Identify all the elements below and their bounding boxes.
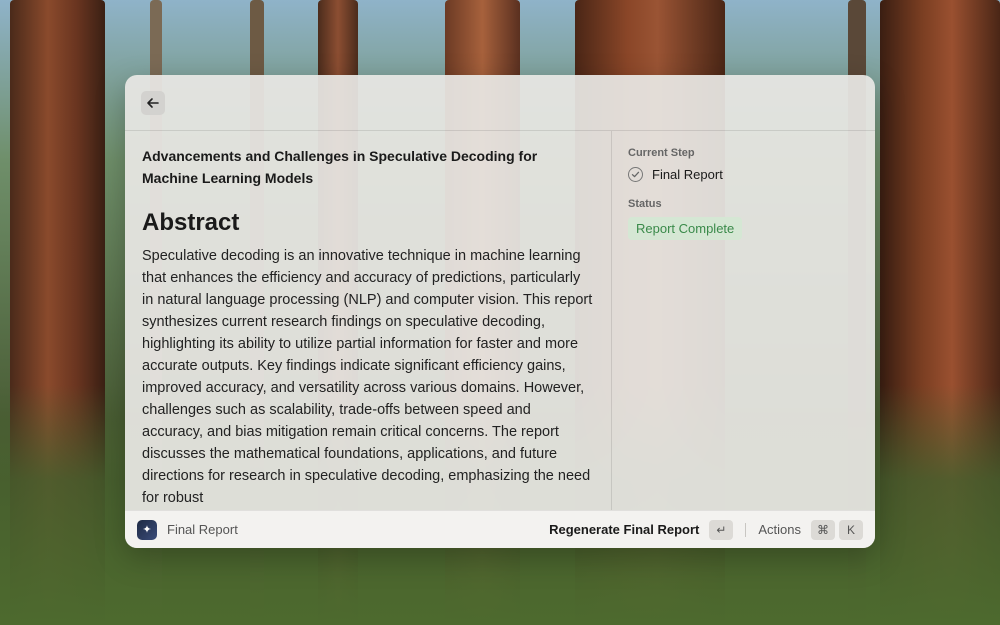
regenerate-button[interactable]: Regenerate Final Report [549,522,699,537]
status-label: Status [628,198,662,210]
details-sidebar: Current Step Final Report Status Report … [612,131,875,510]
panel-header [125,75,875,131]
divider [745,522,747,537]
sparkle-icon: ✦ [137,519,157,540]
report-panel: Advancements and Challenges in Speculati… [125,75,875,548]
status-badge: Report Complete [628,217,743,240]
action-bar: ✦ Final Report Regenerate Final Report ↵… [125,510,875,548]
command-key-icon: ⌘ [811,519,835,540]
enter-key-icon: ↵ [709,519,734,540]
report-document: Advancements and Challenges in Speculati… [125,131,612,510]
back-button[interactable] [141,91,165,115]
current-step-label: Current Step [628,147,695,159]
abstract-text: Speculative decoding is an innovative te… [142,248,593,506]
document-title: Advancements and Challenges in Speculati… [142,148,538,186]
section-heading: Abstract [142,209,240,236]
current-step-value: Final Report [652,167,723,182]
k-key: K [839,519,863,540]
arrow-left-icon [147,98,159,108]
actions-button[interactable]: Actions [758,522,801,537]
current-step: Final Report [628,167,859,182]
check-circle-icon [628,167,643,182]
footer-title: Final Report [167,522,238,537]
